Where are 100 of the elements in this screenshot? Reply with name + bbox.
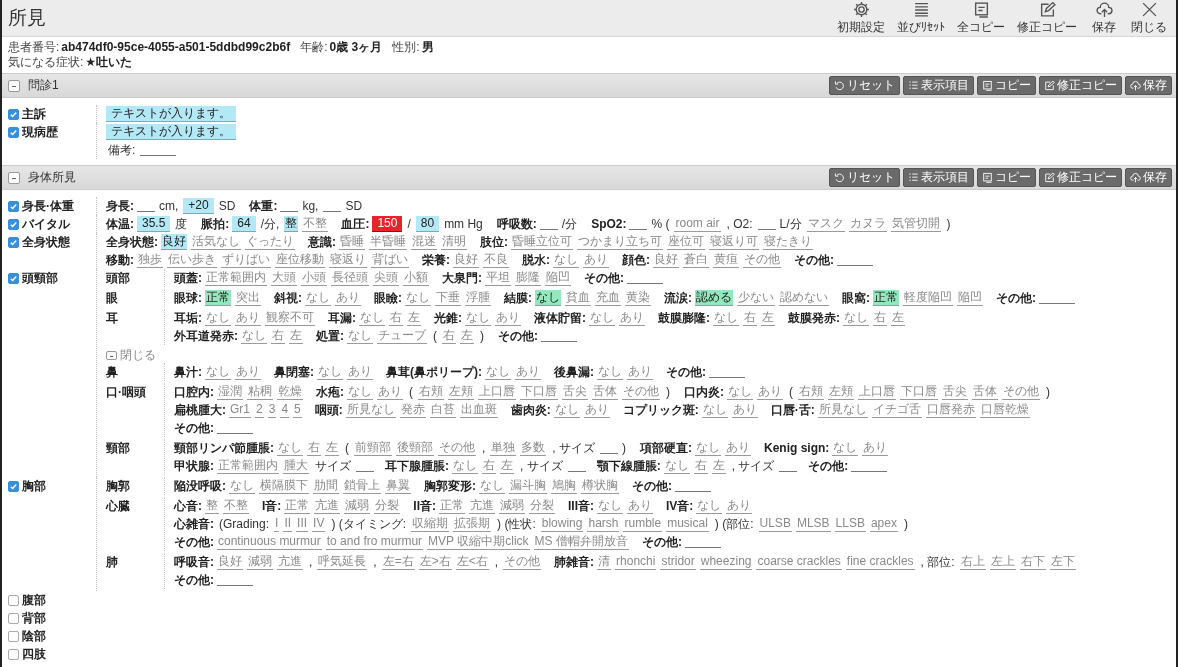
option-link[interactable]: 舌尖 [562, 384, 588, 400]
save-button[interactable]: 保存 [1125, 76, 1172, 95]
option-link[interactable]: 拡張期 [453, 516, 492, 532]
option-link[interactable]: 左下 [1049, 554, 1076, 570]
option-link[interactable]: 減弱 [344, 498, 371, 514]
option-link[interactable]: その他 [503, 554, 542, 570]
collapse-toggle[interactable] [8, 79, 20, 92]
option-link[interactable]: 呼気延長 [317, 554, 368, 570]
option-link[interactable]: 横隔膜下 [259, 478, 309, 494]
option-link[interactable]: MS 僧帽弁開放音 [533, 534, 629, 550]
option-link[interactable]: 正常 [205, 290, 231, 306]
option-link[interactable]: なし [479, 478, 505, 494]
option-link[interactable]: 亢進 [314, 498, 341, 514]
option-link[interactable]: なし [553, 252, 579, 268]
option-link[interactable]: 舌体 [592, 384, 618, 400]
option-link[interactable]: その他 [743, 252, 781, 268]
collapse-toggle[interactable] [106, 350, 117, 360]
option-link[interactable]: 寝返り [329, 252, 367, 268]
option-link[interactable]: 白苔 [429, 402, 456, 418]
option-link[interactable]: なし [696, 498, 723, 514]
option-link[interactable]: 右上 [959, 554, 986, 570]
option-link[interactable]: なし [241, 328, 267, 344]
option-link[interactable]: stridor [660, 554, 696, 570]
option-link[interactable]: ずりばい [221, 252, 271, 268]
option-link[interactable]: あり [731, 402, 758, 418]
toolbar-button[interactable]: 全コピー [952, 0, 1010, 36]
option-link[interactable]: 収縮期 [411, 516, 450, 532]
option-link[interactable]: 下口唇 [900, 384, 938, 400]
option-link[interactable]: 清明 [441, 234, 467, 250]
option-link[interactable]: 寝たきり [763, 234, 813, 250]
reset-button[interactable]: リセット [829, 168, 900, 187]
toolbar-button[interactable]: 閉じる [1126, 0, 1172, 36]
option-link[interactable]: あり [235, 310, 261, 326]
option-link[interactable]: room air [674, 216, 721, 232]
option-link[interactable]: 不整 [223, 498, 249, 514]
option-link[interactable]: あり [725, 440, 751, 456]
option-link[interactable]: 充血 [595, 290, 621, 306]
option-link[interactable]: なし [317, 364, 343, 380]
option-link[interactable]: 左 [325, 440, 339, 456]
option-link[interactable]: 左頬 [448, 384, 474, 400]
option-link[interactable]: 分裂 [529, 498, 555, 514]
option-link[interactable]: 活気なし [191, 234, 241, 250]
option-link[interactable]: なし [347, 384, 373, 400]
option-link[interactable]: 大頭 [271, 270, 297, 286]
option-link[interactable]: 左 [500, 458, 514, 474]
option-link[interactable]: 肋間 [313, 478, 339, 494]
option-link[interactable]: 鎖骨上 [343, 478, 381, 494]
option-link[interactable]: 昏睡立位可 [511, 234, 573, 250]
option-link[interactable]: イチゴ舌 [871, 402, 922, 418]
option-link[interactable]: 混迷 [411, 234, 437, 250]
checkbox[interactable] [8, 126, 19, 138]
option-link[interactable]: 清 [597, 554, 612, 570]
option-link[interactable]: 座位可 [667, 234, 705, 250]
option-link[interactable]: なし [663, 458, 690, 474]
option-link[interactable]: 分裂 [374, 498, 401, 514]
option-link[interactable]: 腫大 [283, 458, 309, 474]
option-link[interactable]: 整 [205, 498, 219, 514]
option-link[interactable]: 膨隆 [515, 270, 541, 286]
option-link[interactable]: fine crackles [845, 554, 915, 570]
option-link[interactable]: 左 [460, 328, 474, 344]
option-link[interactable]: あり [619, 310, 645, 326]
option-link[interactable]: つかまり立ち可 [577, 234, 663, 250]
checkbox[interactable] [8, 612, 19, 624]
option-link[interactable]: なし [305, 290, 331, 306]
toolbar-button[interactable]: 保存 [1084, 0, 1124, 36]
option-link[interactable]: 独歩 [137, 252, 163, 268]
option-link[interactable]: 寝返り可 [709, 234, 759, 250]
option-link[interactable]: 伝い歩き [167, 252, 217, 268]
option-link[interactable]: 右 [693, 458, 708, 474]
option-link[interactable]: その他 [438, 440, 476, 456]
option-link[interactable]: 後頸部 [396, 440, 434, 456]
option-link[interactable]: blowing [540, 516, 584, 532]
option-link[interactable]: その他 [622, 384, 660, 400]
option-link[interactable]: 亢進 [277, 554, 303, 570]
checkbox[interactable] [8, 218, 19, 230]
option-link[interactable]: 漏斗胸 [509, 478, 547, 494]
option-link[interactable]: 多数 [520, 440, 547, 456]
option-link[interactable]: 出血斑 [459, 402, 498, 418]
option-link[interactable]: 左 [289, 328, 303, 344]
option-link[interactable]: continuous murmur [217, 534, 322, 550]
option-link[interactable]: 浮腫 [465, 290, 491, 306]
option-link[interactable]: 左=右 [381, 554, 415, 570]
option-link[interactable]: 良好 [453, 252, 479, 268]
checkbox[interactable] [8, 108, 19, 120]
option-link[interactable]: 長径頭 [331, 270, 369, 286]
toolbar-button[interactable]: 初期設定 [832, 0, 890, 36]
option-link[interactable]: 左上 [989, 554, 1016, 570]
option-link[interactable]: 鳩胸 [551, 478, 577, 494]
option-link[interactable]: 亢進 [469, 498, 495, 514]
toolbar-button[interactable]: 修正コピー [1012, 0, 1082, 36]
option-link[interactable]: 2 [255, 402, 264, 418]
option-link[interactable]: 整 [284, 216, 299, 232]
option-link[interactable]: 陥凹 [545, 270, 571, 286]
save-button[interactable]: 保存 [1125, 168, 1172, 187]
option-link[interactable]: 左 [407, 310, 421, 326]
option-link[interactable]: 良好 [161, 234, 187, 250]
option-link[interactable]: なし [832, 440, 859, 456]
option-link[interactable]: なし [597, 498, 623, 514]
option-link[interactable]: 右 [271, 328, 285, 344]
option-link[interactable]: あり [377, 384, 403, 400]
